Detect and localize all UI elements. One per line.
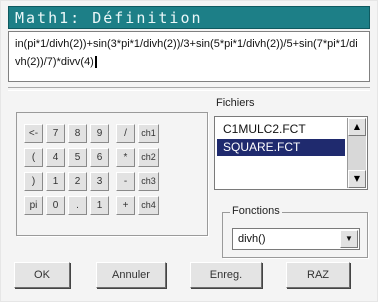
ok-button[interactable]: OK [14,262,70,288]
title-bar: Math1: Définition [8,6,370,29]
key-ch2[interactable]: ch2 [138,148,159,167]
window-title: Math1: Définition [15,9,203,27]
files-listbox[interactable]: C1MULC2.FCT SQUARE.FCT ▲ ▼ [214,116,368,190]
key-plus[interactable]: + [116,196,135,215]
key-open-paren[interactable]: ( [24,148,43,167]
text-caret [94,56,97,69]
key-1[interactable]: 1 [46,172,65,191]
file-item-selected[interactable]: SQUARE.FCT [217,139,345,156]
functions-selected-value: divh() [238,233,266,245]
key-pi[interactable]: pi [24,196,43,215]
triangle-down-icon[interactable]: ▼ [340,230,358,248]
key-minus[interactable]: - [116,172,135,191]
files-scrollbar[interactable]: ▲ ▼ [347,118,366,188]
dialog-window: Math1: Définition in(pi*1/divh(2))+sin(3… [0,0,378,302]
files-label: Fichiers [214,97,257,109]
key-ch4[interactable]: ch4 [138,196,159,215]
file-item[interactable] [217,157,345,174]
triangle-down-icon[interactable]: ▼ [348,170,366,188]
functions-select[interactable]: divh() ▼ [232,228,360,250]
key-3[interactable]: 3 [90,172,109,191]
file-item[interactable]: C1MULC2.FCT [217,121,345,138]
key-8[interactable]: 8 [68,124,87,143]
key-9[interactable]: 9 [90,124,109,143]
save-button[interactable]: Enreg. [190,262,262,288]
expression-input[interactable]: in(pi*1/divh(2))+sin(3*pi*1/divh(2))/3+s… [8,31,370,82]
functions-label: Fonctions [230,205,282,217]
keypad-group [16,112,208,236]
key-ch3[interactable]: ch3 [138,172,159,191]
key-1b[interactable]: 1 [90,196,109,215]
key-divide[interactable]: / [116,124,135,143]
cancel-button[interactable]: Annuler [96,262,166,288]
reset-button[interactable]: RAZ [286,262,350,288]
key-ch1[interactable]: ch1 [138,124,159,143]
key-0[interactable]: 0 [46,196,65,215]
key-4[interactable]: 4 [46,148,65,167]
key-7[interactable]: 7 [46,124,65,143]
divider [8,87,370,91]
key-decimal[interactable]: . [68,196,87,215]
key-close-paren[interactable]: ) [24,172,43,191]
key-5[interactable]: 5 [68,148,87,167]
expression-text: in(pi*1/divh(2))+sin(3*pi*1/divh(2))/3+s… [15,38,358,68]
key-backspace[interactable]: <- [24,124,43,143]
triangle-up-icon[interactable]: ▲ [348,118,366,136]
key-6[interactable]: 6 [90,148,109,167]
key-2[interactable]: 2 [68,172,87,191]
key-multiply[interactable]: * [116,148,135,167]
